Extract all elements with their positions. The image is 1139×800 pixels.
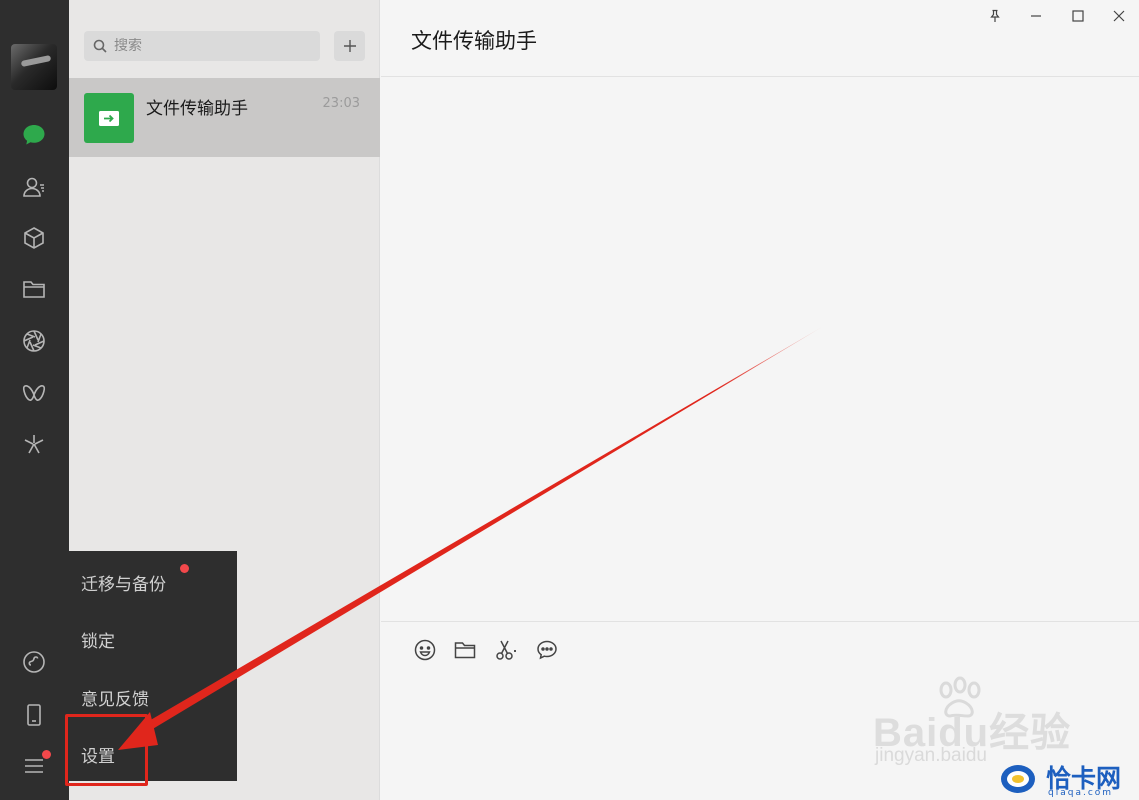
screenshot-scissors-icon[interactable] — [493, 637, 519, 663]
contacts-icon[interactable] — [20, 173, 48, 201]
search-box[interactable] — [84, 31, 320, 61]
file-transfer-avatar-icon — [84, 93, 134, 143]
file-folder-icon[interactable] — [452, 637, 478, 663]
close-icon[interactable] — [1108, 6, 1130, 26]
mini-programs-icon[interactable] — [20, 648, 48, 676]
avatar[interactable] — [11, 44, 57, 90]
minimize-icon[interactable] — [1025, 6, 1047, 26]
add-chat-button[interactable] — [334, 31, 365, 61]
chat-time: 23:03 — [322, 96, 360, 111]
search-input[interactable] — [114, 38, 304, 54]
jingyan-watermark: jingyan.baidu — [875, 745, 987, 766]
chat-history-icon[interactable] — [534, 637, 560, 663]
top-stories-icon[interactable] — [20, 430, 48, 458]
plus-icon — [343, 40, 356, 52]
menu-item-feedback[interactable]: 意见反馈 — [81, 685, 149, 710]
emoji-icon[interactable] — [412, 637, 438, 663]
pin-icon[interactable] — [984, 6, 1006, 26]
chat-window: 文件传输助手 — [381, 0, 1139, 800]
channels-butterfly-icon[interactable] — [20, 380, 48, 408]
chat-name: 文件传输助手 — [146, 99, 248, 119]
nav-rail — [0, 0, 69, 800]
maximize-icon[interactable] — [1067, 6, 1089, 26]
backup-notification-dot — [180, 564, 189, 573]
qiaqa-logo — [1001, 765, 1035, 793]
menu-item-lock[interactable]: 锁定 — [81, 627, 115, 652]
phone-icon[interactable] — [20, 701, 48, 729]
folder-icon[interactable] — [20, 275, 48, 303]
chat-header: 文件传输助手 — [381, 0, 1139, 77]
moments-aperture-icon[interactable] — [20, 327, 48, 355]
qiaqa-site-url: qiaqa.com — [1048, 788, 1114, 798]
menu-notification-dot — [42, 750, 51, 759]
settings-highlight-box — [65, 714, 148, 786]
chat-title: 文件传输助手 — [411, 29, 537, 53]
chat-list-item[interactable]: 文件传输助手 23:03 — [69, 78, 380, 157]
search-icon — [93, 39, 107, 53]
favorites-cube-icon[interactable] — [20, 224, 48, 252]
chat-icon[interactable] — [20, 121, 48, 149]
menu-item-migrate-backup[interactable]: 迁移与备份 — [81, 570, 166, 595]
